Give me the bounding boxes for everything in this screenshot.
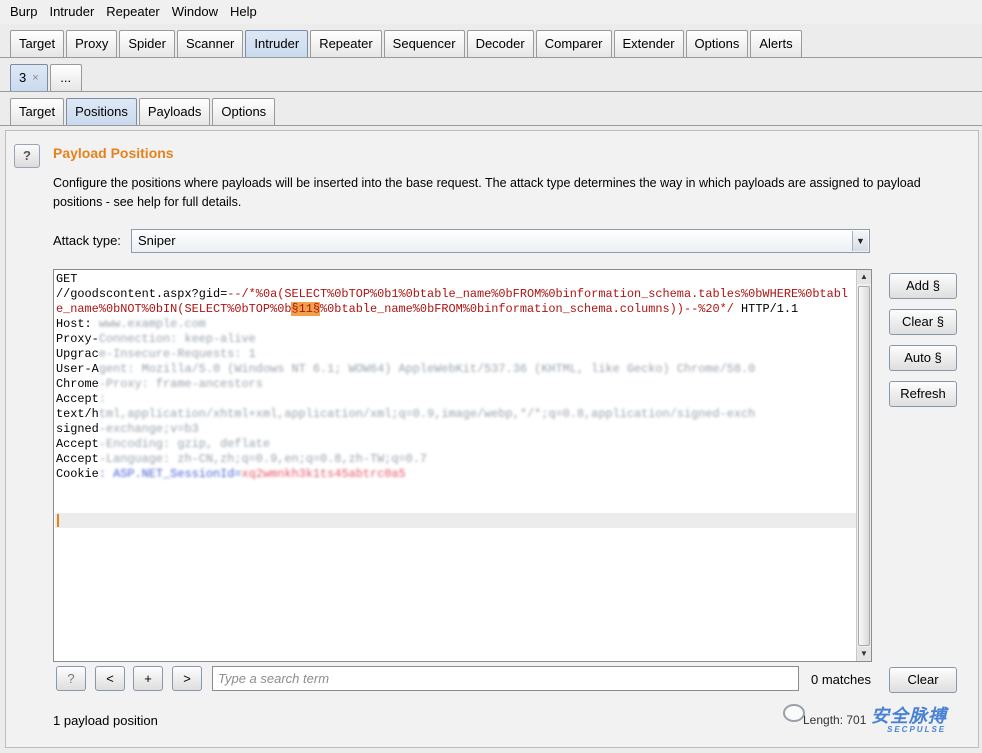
payload-suffix: %0btable_name%0bFROM%0binformation_schem… xyxy=(320,302,734,316)
header-name: Chrome xyxy=(56,377,99,391)
subtab-positions[interactable]: Positions xyxy=(66,98,137,125)
vertical-scrollbar[interactable]: ▲ ▼ xyxy=(856,270,871,661)
tab-extender[interactable]: Extender xyxy=(613,30,684,57)
header-name: Accept xyxy=(56,437,99,451)
text-caret xyxy=(57,514,59,527)
header-name: text/h xyxy=(56,407,99,421)
divider xyxy=(0,91,982,92)
attack-tab-label: 3 xyxy=(19,70,27,85)
refresh-button[interactable]: Refresh xyxy=(889,381,957,407)
menu-help[interactable]: Help xyxy=(224,0,263,24)
attack-type-select[interactable]: Sniper ▼ xyxy=(131,229,870,253)
scroll-down-icon[interactable]: ▼ xyxy=(857,647,871,661)
search-prev-button[interactable]: < xyxy=(95,666,125,691)
header-name: Proxy- xyxy=(56,332,99,346)
tab-sequencer[interactable]: Sequencer xyxy=(383,30,465,57)
search-add-button[interactable]: + xyxy=(133,666,163,691)
header-name: Upgrac xyxy=(56,347,99,361)
attack-tab-current[interactable]: 3 × xyxy=(10,64,48,91)
payload-marker[interactable]: §11§ xyxy=(291,302,321,316)
add-marker-button[interactable]: Add § xyxy=(889,273,957,299)
menubar: Burp Intruder Repeater Window Help xyxy=(0,0,982,24)
watermark-logo: 安全脉搏 SECPULSE xyxy=(783,696,973,746)
section-description: Configure the positions where payloads w… xyxy=(53,176,921,209)
tab-spider[interactable]: Spider xyxy=(119,30,175,57)
redacted-value: -Language: zh-CN,zh;q=0.9,en;q=0.8,zh-TW… xyxy=(98,452,428,466)
request-method: GET xyxy=(56,272,78,286)
redacted-value: www.example.com xyxy=(98,317,206,331)
request-text[interactable]: GET //goodscontent.aspx?gid=--/*%0a(SELE… xyxy=(56,272,854,482)
tab-comparer[interactable]: Comparer xyxy=(535,30,612,57)
current-line-highlight xyxy=(55,513,856,528)
scroll-up-icon[interactable]: ▲ xyxy=(857,270,871,284)
search-next-button[interactable]: > xyxy=(172,666,202,691)
tab-repeater[interactable]: Repeater xyxy=(310,30,382,57)
divider xyxy=(0,125,982,126)
clear-button[interactable]: Clear xyxy=(889,667,957,693)
wechat-icon xyxy=(783,704,805,722)
attack-tabs: 3 × ... xyxy=(0,64,84,91)
tab-target[interactable]: Target xyxy=(10,30,65,57)
redacted-value: xq2wmnkh3k1ts45abtrc0a5 xyxy=(241,467,406,481)
header-name: Cookie xyxy=(56,467,99,481)
request-editor[interactable]: GET //goodscontent.aspx?gid=--/*%0a(SELE… xyxy=(53,269,872,662)
redacted-value: -exchange;v=b3 xyxy=(98,422,199,436)
subtab-options[interactable]: Options xyxy=(212,98,276,125)
menu-burp[interactable]: Burp xyxy=(4,0,43,24)
search-input[interactable] xyxy=(212,666,799,691)
subtab-target[interactable]: Target xyxy=(10,98,65,125)
sub-tabs: Target Positions Payloads Options xyxy=(0,98,277,125)
redacted-value: : xyxy=(98,392,106,406)
section-title: Payload Positions xyxy=(53,145,174,161)
watermark-subtitle: SECPULSE xyxy=(887,725,947,734)
redacted-value: -Encoding: gzip, deflate xyxy=(98,437,271,451)
redacted-value: tml,application/xhtml+xml,application/xm… xyxy=(98,407,756,421)
redacted-value: Connection: keep-alive xyxy=(98,332,256,346)
redacted-value: e-Insecure-Requests: 1 xyxy=(98,347,256,361)
redacted-value: gent: Mozilla/5.0 (Windows NT 6.1; WOW64… xyxy=(98,362,756,376)
attack-type-label: Attack type: xyxy=(53,233,121,248)
redacted-value: : ASP.NET_SessionId= xyxy=(98,467,242,481)
auto-markers-button[interactable]: Auto § xyxy=(889,345,957,371)
menu-intruder[interactable]: Intruder xyxy=(43,0,100,24)
header-name: User-A xyxy=(56,362,99,376)
menu-window[interactable]: Window xyxy=(166,0,224,24)
tab-options[interactable]: Options xyxy=(685,30,749,57)
attack-tab-new[interactable]: ... xyxy=(49,64,82,91)
tab-alerts[interactable]: Alerts xyxy=(750,30,802,57)
header-name: Host: xyxy=(56,317,99,331)
header-name: Accept xyxy=(56,392,99,406)
tab-scanner[interactable]: Scanner xyxy=(176,30,244,57)
subtab-payloads[interactable]: Payloads xyxy=(138,98,211,125)
payload-position-count: 1 payload position xyxy=(53,713,158,728)
tab-proxy[interactable]: Proxy xyxy=(66,30,118,57)
tab-decoder[interactable]: Decoder xyxy=(466,30,534,57)
tab-intruder[interactable]: Intruder xyxy=(245,30,309,57)
help-button[interactable]: ? xyxy=(14,144,40,168)
header-name: Accept xyxy=(56,452,99,466)
scrollbar-thumb[interactable] xyxy=(858,286,870,646)
request-protocol: HTTP/1.1 xyxy=(733,302,799,316)
header-name: signed xyxy=(56,422,99,436)
chevron-down-icon[interactable]: ▼ xyxy=(852,231,868,251)
close-icon[interactable]: × xyxy=(32,65,38,91)
match-count: 0 matches xyxy=(811,672,871,687)
divider xyxy=(0,57,982,58)
attack-type-value: Sniper xyxy=(138,233,176,248)
request-path: //goodscontent.aspx?gid= xyxy=(56,287,228,301)
clear-markers-button[interactable]: Clear § xyxy=(889,309,957,335)
search-help-button[interactable]: ? xyxy=(56,666,86,691)
menu-repeater[interactable]: Repeater xyxy=(100,0,165,24)
main-tabs: Target Proxy Spider Scanner Intruder Rep… xyxy=(0,30,804,57)
redacted-value: -Proxy: frame-ancestors xyxy=(98,377,263,391)
